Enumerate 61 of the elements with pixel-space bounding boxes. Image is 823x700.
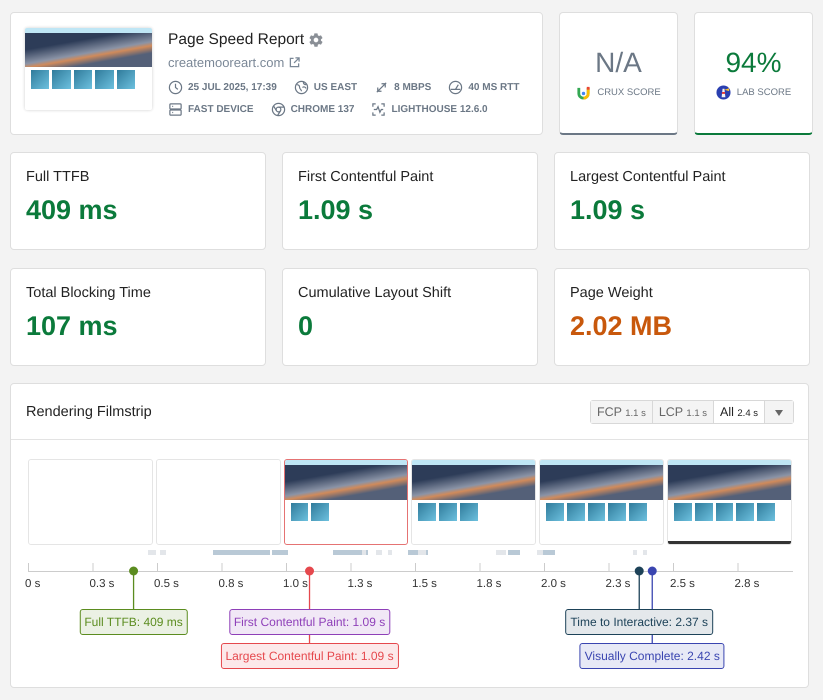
filter-tab[interactable]: FCP 1.1 s xyxy=(590,400,652,422)
report-meta-text: 8 MBPS xyxy=(394,82,432,93)
globe-icon xyxy=(294,80,309,95)
timeline-marker-label: Full TTFB: 409 ms xyxy=(79,609,188,635)
metric-label: Total Blocking Time xyxy=(26,285,152,301)
dropdown-button[interactable] xyxy=(764,400,793,422)
timeline-marker-label: First Contentful Paint: 1.09 s xyxy=(228,609,390,635)
metric-value: 0 xyxy=(298,311,314,342)
axis-tick-label: 0.5 s xyxy=(154,578,179,590)
filter-tab[interactable]: LCP 1.1 s xyxy=(652,400,714,422)
axis-tick-label: 2.8 s xyxy=(734,578,760,590)
site-url-link[interactable]: createmooreart.com xyxy=(168,55,284,70)
metric-value: 1.09 s xyxy=(570,195,646,226)
score-value: N/A xyxy=(595,46,642,78)
settings-icon[interactable] xyxy=(308,32,324,48)
score-value: 94% xyxy=(725,46,782,78)
report-meta-text: US EAST xyxy=(314,82,358,93)
report-meta-text: LIGHTHOUSE 12.6.0 xyxy=(391,104,488,115)
caret-icon xyxy=(775,410,783,416)
score-label: LAB SCORE xyxy=(736,86,792,98)
timeline-marker-label: Largest Contentful Paint: 1.09 s xyxy=(220,643,399,669)
browser-icon xyxy=(270,102,286,117)
clock-icon xyxy=(168,80,183,95)
axis-tick-label: 1.8 s xyxy=(476,578,502,590)
report-title: Page Speed Report xyxy=(168,31,304,49)
filmstrip-title: Rendering Filmstrip xyxy=(26,404,152,420)
lighthouse-logo-icon xyxy=(716,84,731,100)
timeline-marker-label: Time to Interactive: 2.37 s xyxy=(565,609,714,635)
axis-tick-label: 1.3 s xyxy=(348,578,372,590)
metric-label: Full TTFB xyxy=(26,169,90,185)
gauge-icon xyxy=(448,80,464,95)
metric-label: Cumulative Layout Shift xyxy=(298,285,452,301)
metric-label: Largest Contentful Paint xyxy=(570,169,727,185)
metric-label: Page Weight xyxy=(570,285,654,301)
server-icon xyxy=(168,102,183,117)
metric-value: 1.09 s xyxy=(298,195,374,226)
score-label: CRUX SCORE xyxy=(597,86,661,98)
arrows-icon xyxy=(374,80,390,95)
metric-value: 2.02 MB xyxy=(570,311,674,342)
external-link-icon[interactable] xyxy=(289,57,300,68)
crux-logo-icon xyxy=(576,84,592,100)
report-meta-text: 25 JUL 2025, 17:39 xyxy=(188,82,277,93)
report-meta-text: FAST DEVICE xyxy=(188,104,254,115)
report-meta-text: CHROME 137 xyxy=(290,104,354,115)
axis-tick-label: 1.5 s xyxy=(412,578,437,590)
metric-value: 409 ms xyxy=(26,195,119,226)
metric-value: 107 ms xyxy=(26,311,119,342)
axis-tick-label: 2.3 s xyxy=(606,578,630,590)
axis-tick-label: 2.0 s xyxy=(541,578,566,590)
screenshot-frame[interactable] xyxy=(284,459,408,545)
axis-tick-label: 2.5 s xyxy=(670,578,695,590)
axis-tick-label: 0.3 s xyxy=(90,578,114,590)
metric-label: First Contentful Paint xyxy=(298,169,434,185)
timeline-marker xyxy=(634,566,644,609)
timeline-marker xyxy=(129,566,138,609)
axis-tick-label: 1.0 s xyxy=(283,578,308,590)
axis-tick-label: 0.8 s xyxy=(218,578,244,590)
report-meta-text: 40 MS RTT xyxy=(468,82,520,93)
pulse-icon xyxy=(371,102,386,117)
timeline-marker-label: Visually Complete: 2.42 s xyxy=(580,643,725,669)
axis-tick-label: 0 s xyxy=(25,578,40,590)
